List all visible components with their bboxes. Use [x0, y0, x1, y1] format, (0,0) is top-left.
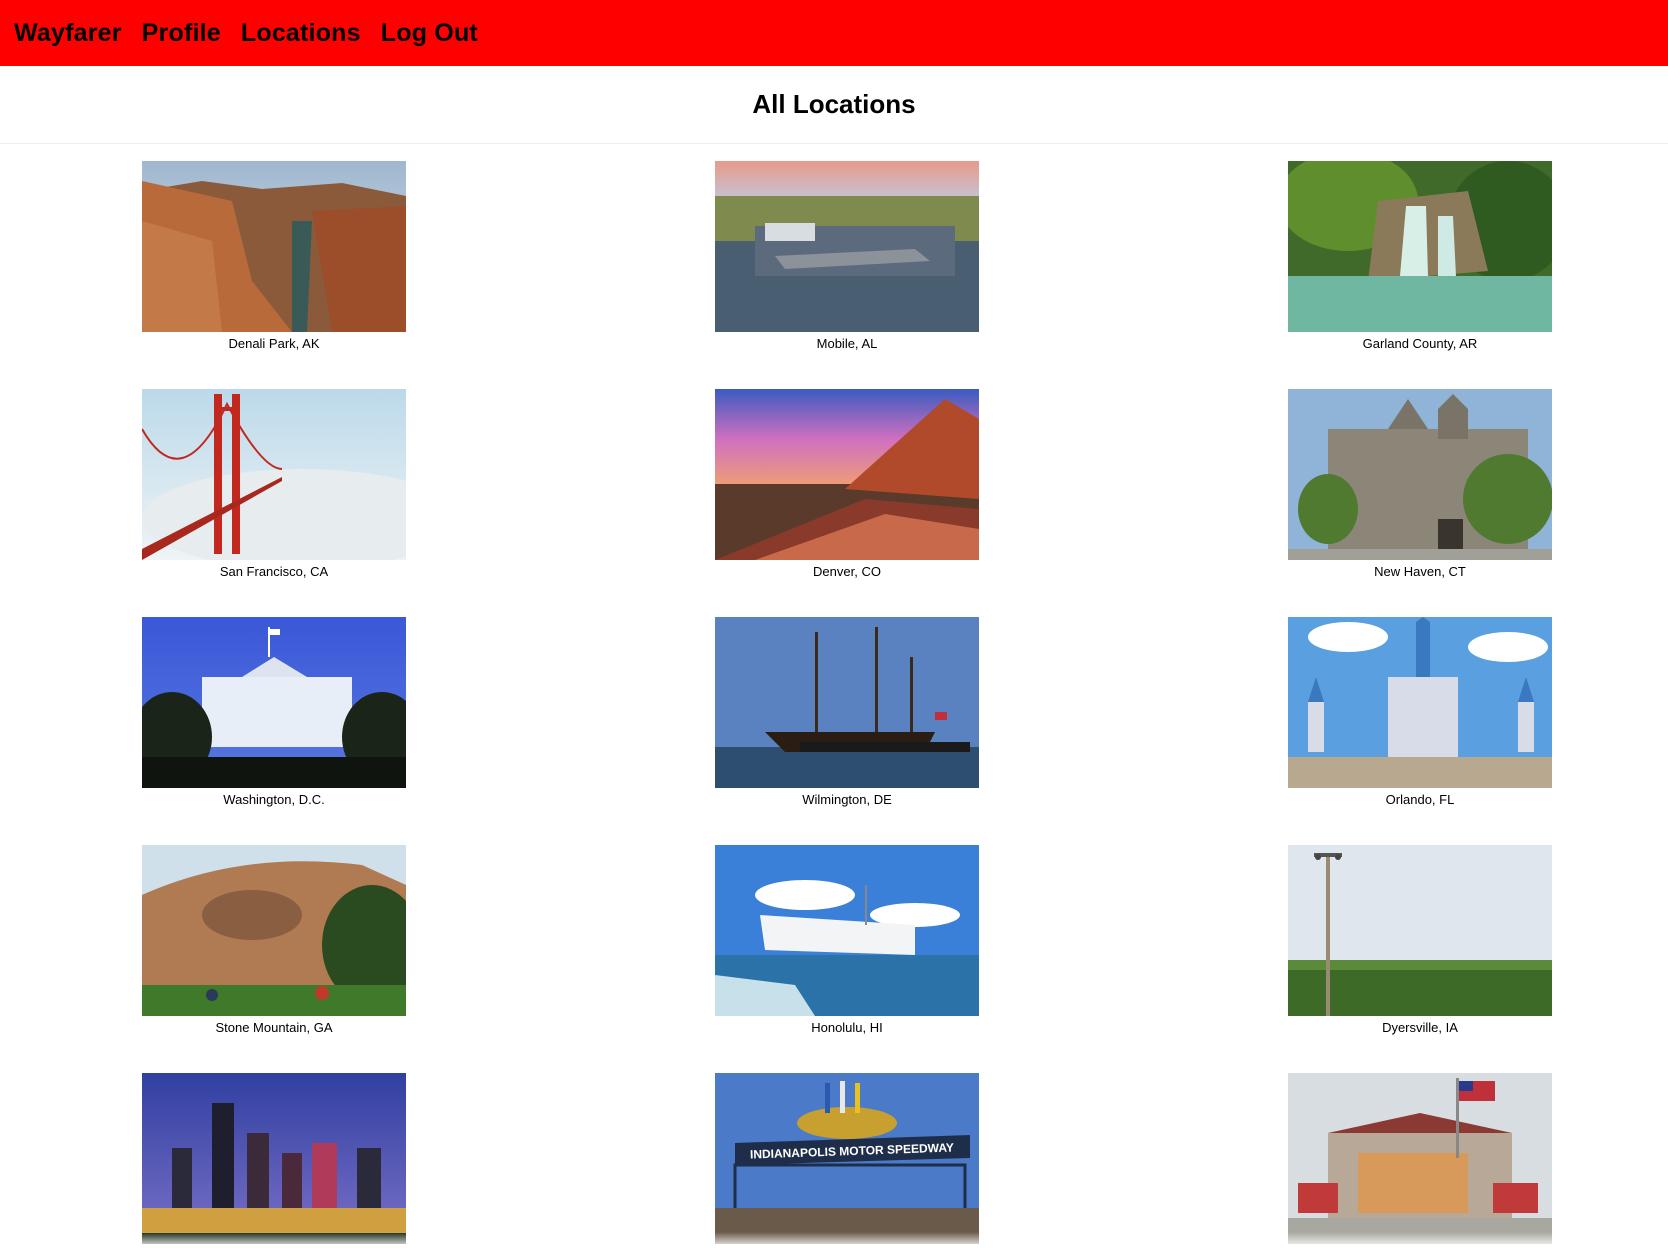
gothic-university-building-photo: [1288, 389, 1552, 560]
city-skyline-photo: [142, 1073, 406, 1244]
location-caption: Washington, D.C.: [223, 792, 325, 807]
cornfield-photo: [1288, 845, 1552, 1016]
location-card-indianapolis[interactable]: INDIANAPOLIS MOTOR SPEEDWAY: [715, 1073, 979, 1248]
location-card-denver[interactable]: Denver, CO: [715, 389, 979, 580]
granite-mountain-photo: [142, 845, 406, 1016]
nav-locations-link[interactable]: Locations: [241, 19, 361, 48]
location-caption: Stone Mountain, GA: [215, 1020, 333, 1035]
white-house-photo: [142, 617, 406, 788]
location-caption: Honolulu, HI: [811, 1020, 883, 1035]
location-card-dyersville[interactable]: Dyersville, IA: [1288, 845, 1552, 1036]
nav-logout-link[interactable]: Log Out: [381, 19, 478, 48]
nav-brand-link[interactable]: Wayfarer: [14, 19, 122, 48]
location-card-garland[interactable]: Garland County, AR: [1288, 161, 1552, 352]
location-card-orlando[interactable]: Orlando, FL: [1288, 617, 1552, 808]
tall-ship-photo: [715, 617, 979, 788]
location-card-hall-of-fame[interactable]: [1288, 1073, 1552, 1248]
location-caption: San Francisco, CA: [219, 564, 329, 579]
golden-gate-bridge-photo: [142, 389, 406, 560]
location-card-stonemountain[interactable]: Stone Mountain, GA: [142, 845, 406, 1036]
castle-photo: [1288, 617, 1552, 788]
location-card-mobile[interactable]: Mobile, AL: [715, 161, 979, 352]
motor-speedway-photo: INDIANAPOLIS MOTOR SPEEDWAY: [715, 1073, 979, 1244]
location-caption: Denver, CO: [813, 564, 881, 579]
hall-of-fame-building-photo: [1288, 1073, 1552, 1244]
nav-profile-link[interactable]: Profile: [142, 19, 221, 48]
waterfall-photo: [1288, 161, 1552, 332]
location-caption: Wilmington, DE: [802, 792, 892, 807]
location-caption: Orlando, FL: [1385, 792, 1455, 807]
top-navbar: Wayfarer Profile Locations Log Out: [0, 0, 1668, 66]
location-card-chicago[interactable]: [142, 1073, 406, 1248]
location-caption: Denali Park, AK: [228, 336, 320, 351]
location-caption: Mobile, AL: [816, 336, 878, 351]
memorial-photo: [715, 845, 979, 1016]
location-card-denali[interactable]: Denali Park, AK: [142, 161, 406, 352]
red-rocks-amphitheatre-photo: [715, 389, 979, 560]
location-card-newhaven[interactable]: New Haven, CT: [1288, 389, 1552, 580]
canyon-photo: [142, 161, 406, 332]
scroll-fade: [0, 1232, 1668, 1247]
location-card-wilmington[interactable]: Wilmington, DE: [715, 617, 979, 808]
location-caption: Dyersville, IA: [1382, 1020, 1458, 1035]
location-card-honolulu[interactable]: Honolulu, HI: [715, 845, 979, 1036]
battleship-harbor-photo: [715, 161, 979, 332]
location-card-washington[interactable]: Washington, D.C.: [142, 617, 406, 808]
location-caption: Garland County, AR: [1362, 336, 1478, 351]
location-caption: New Haven, CT: [1374, 564, 1466, 579]
page-title: All Locations: [0, 66, 1668, 144]
location-card-sanfrancisco[interactable]: San Francisco, CA: [142, 389, 406, 580]
